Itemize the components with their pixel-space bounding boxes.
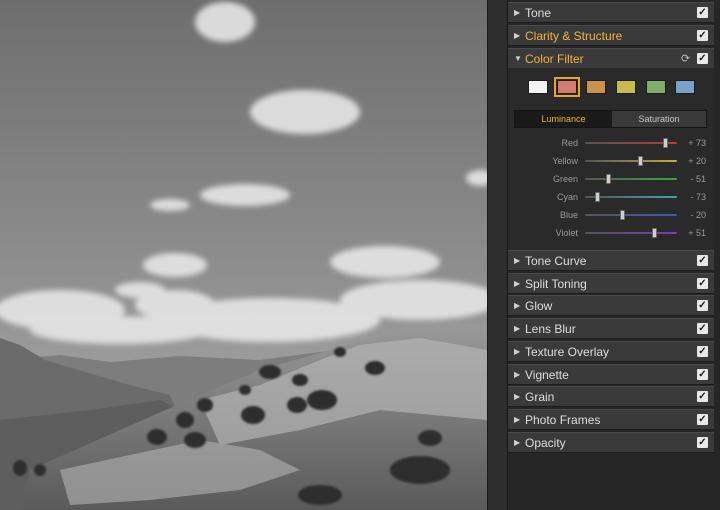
section-label: Vignette [525,367,569,382]
swatch-red[interactable] [554,77,580,97]
checkbox-tone[interactable]: ✓ [697,7,708,18]
chevron-right-icon: ▶ [514,8,521,17]
swatch-blue[interactable] [675,80,695,94]
tab-luminance[interactable]: Luminance [515,111,612,127]
slider-row-cyan: Cyan - 73 [508,189,714,207]
section-label: Photo Frames [525,412,601,427]
slider-track-blue[interactable] [585,214,677,216]
slider-row-green: Green - 51 [508,171,714,189]
checkbox-color-filter[interactable]: ✓ [697,53,708,64]
panel-divider [487,0,508,510]
section-opacity[interactable]: ▶ Opacity ✓ [508,431,714,453]
slider-thumb-yellow[interactable] [638,156,644,166]
slider-thumb-green[interactable] [605,174,611,184]
slider-thumb-blue[interactable] [619,210,625,220]
section-label: Tone Curve [525,254,587,268]
chevron-right-icon: ▶ [514,301,521,311]
section-color-filter[interactable]: ▼ Color Filter ⟳ ✓ [508,48,714,69]
section-texture-overlay[interactable]: ▶ Texture Overlay ✓ [508,340,714,362]
checkbox-tone-curve[interactable]: ✓ [697,255,708,266]
slider-row-red: Red + 73 [508,135,714,153]
slider-track-green[interactable] [585,178,677,180]
chevron-right-icon: ▶ [514,324,521,334]
swatch-green[interactable] [646,80,666,94]
checkbox-glow[interactable]: ✓ [697,300,708,312]
slider-value: - 20 [690,210,706,220]
checkbox-clarity-structure[interactable]: ✓ [697,30,708,41]
chevron-right-icon: ▶ [514,392,521,402]
checkbox-grain[interactable]: ✓ [697,391,708,403]
checkbox-texture-overlay[interactable]: ✓ [697,345,708,357]
slider-thumb-cyan[interactable] [595,192,601,202]
chevron-right-icon: ▶ [514,346,521,356]
slider-thumb-violet[interactable] [652,228,658,238]
tab-saturation[interactable]: Saturation [612,111,706,127]
chevron-right-icon: ▶ [514,437,521,447]
slider-value: + 20 [688,156,706,166]
section-label: Grain [525,390,555,405]
slider-track-violet[interactable] [585,232,677,234]
slider-label: Violet [555,228,578,238]
checkbox-lens-blur[interactable]: ✓ [697,323,708,335]
section-label: Glow [525,299,553,314]
section-tone[interactable]: ▶ Tone ✓ [508,2,714,23]
swatch-white[interactable] [528,80,548,94]
filter-tabs: Luminance Saturation [514,110,707,128]
landscape-photo [0,0,487,510]
slider-row-violet: Violet + 51 [508,225,714,243]
chevron-right-icon: ▶ [514,369,521,379]
slider-value: + 73 [688,138,706,148]
section-label: Split Toning [525,276,587,291]
section-clarity-structure[interactable]: ▶ Clarity & Structure ✓ [508,25,714,46]
slider-label: Yellow [552,156,578,166]
checkbox-photo-frames[interactable]: ✓ [697,413,708,425]
swatch-orange[interactable] [586,80,606,94]
chevron-right-icon: ▶ [514,278,521,288]
section-grain[interactable]: ▶ Grain ✓ [508,386,714,408]
section-vignette[interactable]: ▶ Vignette ✓ [508,363,714,385]
slider-thumb-red[interactable] [662,138,668,148]
slider-label: Cyan [556,192,578,202]
slider-row-blue: Blue - 20 [508,207,714,225]
slider-row-yellow: Yellow + 20 [508,153,714,171]
chevron-down-icon: ▼ [514,54,522,63]
swatch-yellow[interactable] [616,80,636,94]
section-label: Clarity & Structure [525,29,623,43]
chevron-right-icon: ▶ [514,414,521,424]
section-split-toning[interactable]: ▶ Split Toning ✓ [508,272,714,294]
color-filter-body: Luminance Saturation Red + 73 Yellow + 20 Gr… [508,68,714,250]
slider-value: + 51 [688,228,706,238]
section-label: Lens Blur [525,322,576,337]
slider-label: Green [552,174,578,184]
section-label: Opacity [525,435,566,450]
slider-value: - 51 [690,174,706,184]
slider-value: - 73 [690,192,706,202]
checkbox-split-toning[interactable]: ✓ [697,277,708,289]
checkbox-vignette[interactable]: ✓ [697,368,708,380]
section-label: Tone [525,6,552,20]
refresh-icon[interactable]: ⟳ [681,52,690,66]
slider-label: Red [561,138,578,148]
filter-panel: ▶ Tone ✓ ▶ Clarity & Structure ✓ ▼ Color… [508,0,720,510]
section-tone-curve[interactable]: ▶ Tone Curve ✓ [508,250,714,271]
chevron-right-icon: ▶ [514,31,521,40]
checkbox-opacity[interactable]: ✓ [697,436,708,448]
section-photo-frames[interactable]: ▶ Photo Frames ✓ [508,408,714,430]
chevron-right-icon: ▶ [514,256,521,265]
slider-label: Blue [559,210,578,220]
section-label: Color Filter [525,52,584,66]
section-glow[interactable]: ▶ Glow ✓ [508,295,714,317]
section-lens-blur[interactable]: ▶ Lens Blur ✓ [508,318,714,340]
photo-canvas [0,0,487,510]
section-label: Texture Overlay [525,344,610,359]
slider-track-yellow[interactable] [585,160,677,162]
